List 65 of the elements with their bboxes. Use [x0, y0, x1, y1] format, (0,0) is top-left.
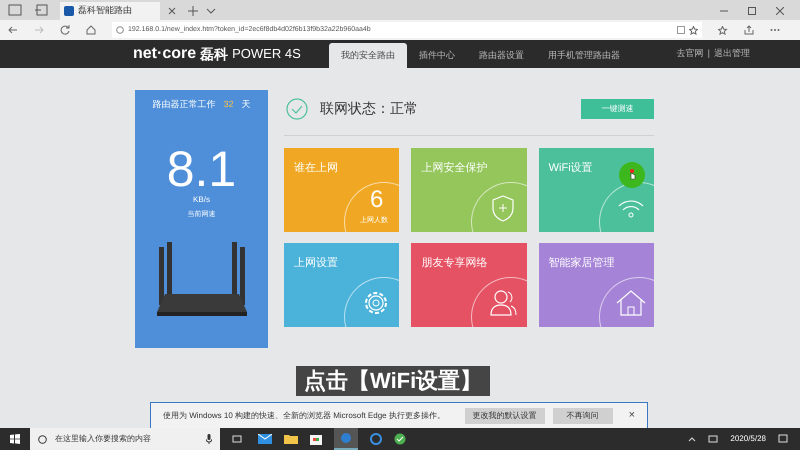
mail-icon[interactable]	[258, 434, 272, 444]
status-text: 联网状态：正常	[320, 99, 418, 118]
link-separator: |	[708, 47, 710, 60]
clock-date: 2020/5/28	[730, 433, 766, 445]
app-icon[interactable]	[394, 433, 406, 445]
browser-icon	[340, 432, 352, 444]
favorites-icon[interactable]	[718, 26, 728, 34]
header-link[interactable]: 去官网	[676, 47, 704, 61]
chevron-down-icon[interactable]	[206, 7, 216, 15]
online-count: 6	[370, 188, 384, 212]
tile-title: 朋友专享网络	[421, 256, 488, 271]
tile-title: 智能家居管理	[548, 256, 615, 271]
speed-unit: KB/s	[193, 194, 210, 206]
tab-actions-icon[interactable]	[8, 4, 22, 16]
microphone-icon	[206, 434, 212, 444]
notification-icon[interactable]	[778, 434, 788, 444]
site-icon	[64, 6, 74, 16]
model-name: POWER 4S	[232, 45, 301, 64]
notification-text: 使用为 Windows 10 构建的快速、全新的浏览器 Microsoft Edge 执行更多操作。	[163, 410, 445, 422]
maximize-icon[interactable]	[748, 7, 756, 15]
brand-name: 磊科	[200, 44, 228, 64]
refresh-icon[interactable]	[60, 25, 70, 35]
video-caption: 点击【WiFi设置】	[296, 366, 490, 396]
brand-logo: net·core	[133, 44, 196, 64]
info-icon	[116, 26, 124, 34]
browser-tab[interactable]: 磊科智能路由	[60, 2, 160, 20]
nav-tab[interactable]: 我的安全路由	[328, 43, 407, 68]
search-placeholder: 在这里输入你要搜索的内容	[55, 433, 151, 445]
more-icon[interactable]	[770, 28, 780, 32]
chevron-up-icon[interactable]	[688, 436, 696, 442]
nav-tab[interactable]: 路由器设置	[466, 43, 536, 68]
notification-button[interactable]: 更改我的默认设置	[464, 408, 545, 424]
browser-taskbar-button[interactable]	[334, 428, 358, 450]
uptime-unit: 天	[242, 98, 250, 111]
folder-icon[interactable]	[284, 434, 298, 444]
windows-start-icon[interactable]	[10, 434, 20, 444]
nav-tab[interactable]: 插件中心	[406, 43, 467, 68]
search-icon	[38, 434, 47, 444]
star-icon[interactable]	[689, 26, 698, 34]
tile-title: WiFi设置	[548, 161, 593, 176]
uptime-days: 32	[223, 98, 234, 112]
close-button[interactable]: ×	[628, 407, 635, 424]
back-icon[interactable]	[8, 26, 18, 34]
reading-view-icon	[677, 26, 685, 34]
header-link[interactable]: 退出管理	[714, 47, 750, 61]
browser-icon[interactable]	[370, 433, 382, 445]
store-icon[interactable]	[310, 433, 322, 445]
uptime-label: 路由器正常工作	[152, 98, 216, 111]
feature-tile[interactable]: 朋友专享网络	[411, 243, 527, 327]
back-tab-icon[interactable]	[34, 4, 48, 16]
close-icon[interactable]	[776, 7, 784, 15]
tile-title: 谁在上网	[294, 161, 338, 176]
share-icon[interactable]	[744, 25, 754, 35]
close-icon[interactable]	[168, 7, 176, 15]
new-tab-icon[interactable]	[188, 6, 198, 16]
tile-title: 上网设置	[294, 256, 338, 271]
check-circle-icon	[286, 98, 308, 120]
home-icon[interactable]	[86, 25, 96, 35]
speed-value: 8.1	[166, 144, 236, 194]
tab-title: 磊科智能路由	[78, 4, 132, 18]
task-view-icon[interactable]	[232, 434, 242, 444]
tile-title: 上网安全保护	[421, 160, 488, 176]
search-field[interactable]: 在这里输入你要搜索的内容	[30, 428, 220, 450]
notification-button[interactable]: 不再询问	[552, 408, 613, 424]
nav-tab[interactable]: 用手机管理路由器	[536, 43, 632, 68]
